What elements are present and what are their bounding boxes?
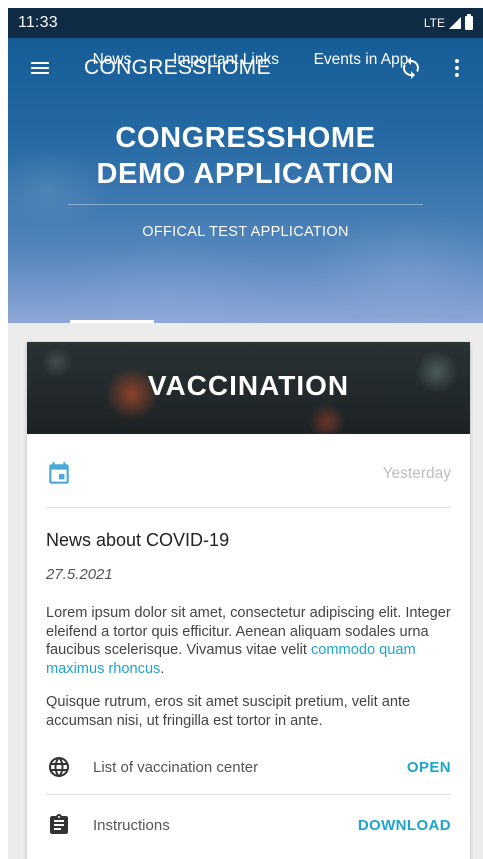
calendar-icon (46, 461, 72, 487)
status-indicators: LTE (423, 14, 473, 30)
network-type: LTE (423, 16, 445, 30)
more-vert-icon[interactable] (435, 46, 479, 90)
tab-indicator (70, 320, 154, 323)
tab-important-links[interactable]: Important Links (158, 38, 294, 82)
status-bar: 11:33 LTE (8, 8, 483, 38)
card-banner: VACCINATION (27, 342, 470, 434)
globe-icon (46, 754, 72, 780)
card-divider (46, 507, 451, 508)
news-card: VACCINATION Yesterday News about COVID-1… (27, 342, 470, 859)
card-meta: Yesterday (46, 454, 451, 494)
action-row-instructions: Instructions DOWNLOAD (46, 805, 451, 845)
hero-title: CONGRESSHOME DEMO APPLICATION (8, 120, 483, 192)
news-body-paragraph-2: Quisque rutrum, eros sit amet suscipit p… (46, 694, 411, 729)
news-body-suffix: . (160, 660, 165, 677)
news-body: Lorem ipsum dolor sit amet, consectetur … (46, 604, 454, 678)
meta-date: Yesterday (382, 465, 451, 482)
battery-icon (465, 14, 473, 30)
download-button[interactable]: DOWNLOAD (358, 817, 451, 834)
tab-news[interactable]: News (70, 38, 154, 82)
hero-title-line2: DEMO APPLICATION (96, 158, 395, 190)
tab-events-in-app[interactable]: Events in App (300, 38, 422, 82)
action-divider (46, 794, 451, 795)
device-screen: 11:33 LTE CONGRESSHOME CONGRESSHOME DEMO… (8, 8, 483, 859)
open-button[interactable]: OPEN (407, 759, 451, 776)
hero-subtitle: OFFICAL TEST APPLICATION (142, 224, 349, 240)
status-time: 11:33 (18, 14, 58, 31)
action-label-vaccination-centers: List of vaccination center (93, 758, 259, 776)
menu-icon[interactable] (18, 46, 62, 90)
action-label-instructions: Instructions (93, 816, 170, 834)
banner-title: VACCINATION (147, 370, 350, 401)
hero-divider (68, 204, 423, 205)
hero-title-line1: CONGRESSHOME (115, 122, 376, 154)
action-row-vaccination-centers: List of vaccination center OPEN (46, 747, 451, 787)
app-header: CONGRESSHOME CONGRESSHOME DEMO APPLICATI… (8, 38, 483, 323)
clipboard-icon (46, 812, 72, 838)
news-date: 27.5.2021 (46, 566, 113, 583)
news-title: News about COVID-19 (46, 530, 230, 550)
signal-icon (449, 17, 461, 29)
